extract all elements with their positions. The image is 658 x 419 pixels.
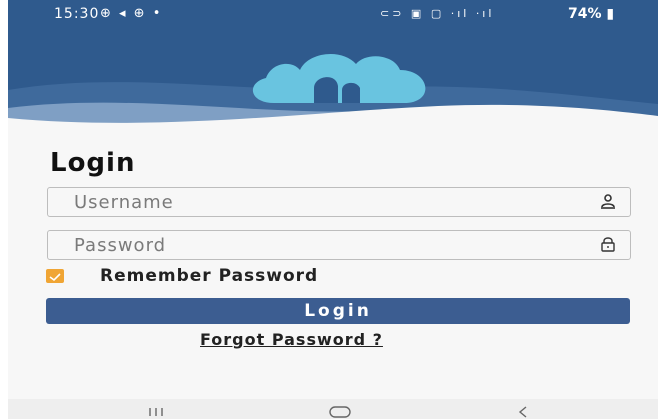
- user-icon: [600, 193, 616, 213]
- remember-checkbox[interactable]: [46, 269, 64, 283]
- home-icon[interactable]: [328, 403, 352, 419]
- lock-icon: [600, 236, 616, 256]
- login-screen: 15:30 ⊕ ◂ ⊕ • ⊂⊃ ▣ ▢ ·ıl ·ıl 74% ▮ Login: [8, 0, 658, 419]
- password-field[interactable]: [47, 230, 631, 260]
- status-bar: 15:30 ⊕ ◂ ⊕ • ⊂⊃ ▣ ▢ ·ıl ·ıl 74% ▮: [8, 0, 658, 28]
- notification-icons: ⊕ ◂ ⊕ •: [100, 6, 163, 21]
- header-banner: 15:30 ⊕ ◂ ⊕ • ⊂⊃ ▣ ▢ ·ıl ·ıl 74% ▮: [8, 0, 658, 140]
- page-title: Login: [50, 148, 136, 178]
- system-status-icons: ⊂⊃ ▣ ▢ ·ıl ·ıl: [380, 7, 495, 20]
- status-time: 15:30: [54, 6, 100, 22]
- username-input[interactable]: [48, 188, 594, 216]
- cloud-music-icon: [252, 53, 426, 103]
- forgot-password-link[interactable]: Forgot Password ?: [200, 330, 383, 349]
- battery-level: 74% ▮: [568, 6, 615, 22]
- username-field[interactable]: [47, 187, 631, 217]
- login-button[interactable]: Login: [46, 298, 630, 324]
- password-input[interactable]: [48, 231, 594, 259]
- check-icon: [49, 273, 61, 282]
- remember-label: Remember Password: [100, 266, 319, 286]
- android-nav-bar: [8, 399, 658, 419]
- back-icon[interactable]: [516, 403, 530, 419]
- recents-icon[interactable]: [146, 403, 166, 419]
